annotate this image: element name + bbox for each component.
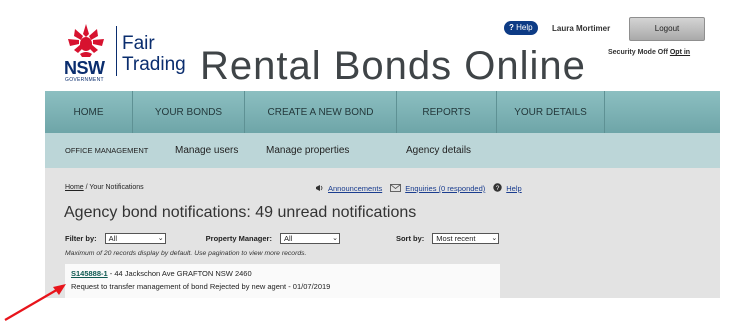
sort-by-value: Most recent bbox=[436, 233, 476, 243]
sub-nav-manage-users[interactable]: Manage users bbox=[175, 145, 266, 156]
logo-government-text: GOVERNMENT bbox=[65, 77, 104, 83]
filter-by-select[interactable]: All ⌄ bbox=[104, 232, 166, 244]
nav-your-details[interactable]: YOUR DETAILS bbox=[497, 91, 605, 133]
filter-by-label: Filter by: bbox=[65, 233, 97, 243]
announcements-link[interactable]: Announcements bbox=[328, 184, 382, 193]
main-nav: HOME YOUR BONDS CREATE A NEW BOND REPORT… bbox=[45, 91, 720, 133]
property-manager-value: All bbox=[283, 233, 293, 243]
annotation-arrow-icon bbox=[4, 284, 66, 321]
megaphone-icon bbox=[315, 184, 324, 194]
help-button[interactable]: ? Help bbox=[504, 21, 538, 35]
page-root: { "header": { "logo_nsw": "NSW", "logo_g… bbox=[0, 0, 732, 332]
sort-by-select[interactable]: Most recent ⌄ bbox=[432, 232, 500, 244]
logo-divider bbox=[116, 26, 117, 76]
opt-in-link[interactable]: Opt in bbox=[670, 49, 690, 56]
sort-by-label: Sort by: bbox=[395, 233, 425, 243]
sub-nav-manage-properties[interactable]: Manage properties bbox=[266, 145, 406, 156]
chevron-down-icon: ⌄ bbox=[157, 235, 164, 242]
logo-trading-text: Trading bbox=[122, 54, 186, 75]
notifications-panel: Home / Your Notifications Announcements … bbox=[45, 168, 720, 298]
logo-fair-text: Fair bbox=[122, 33, 155, 54]
nav-your-bonds[interactable]: YOUR BONDS bbox=[133, 91, 245, 133]
property-manager-label: Property Manager: bbox=[205, 233, 272, 243]
pagination-note: Maximum of 20 records display by default… bbox=[65, 250, 307, 257]
site-title: Rental Bonds Online bbox=[200, 44, 586, 88]
property-manager-select[interactable]: All ⌄ bbox=[279, 232, 340, 244]
logout-button[interactable]: Logout bbox=[629, 17, 705, 41]
chevron-down-icon: ⌄ bbox=[332, 235, 338, 242]
breadcrumb-home-link[interactable]: Home bbox=[65, 184, 84, 191]
notification-header: S145888-1 - 44 Jackschon Ave GRAFTON NSW… bbox=[71, 269, 494, 278]
security-mode-status: Security Mode Off Opt in bbox=[608, 49, 690, 56]
help-button-label: Help bbox=[516, 23, 533, 32]
sub-nav: OFFICE MANAGEMENT Manage users Manage pr… bbox=[45, 133, 720, 168]
nsw-fair-trading-logo: NSW GOVERNMENT Fair Trading bbox=[64, 22, 190, 84]
notification-message: Request to transfer management of bond R… bbox=[71, 282, 331, 291]
help-link[interactable]: Help bbox=[506, 184, 521, 193]
filter-by-value: All bbox=[108, 233, 118, 243]
sub-nav-agency-details[interactable]: Agency details bbox=[406, 145, 471, 156]
chevron-down-icon: ⌄ bbox=[491, 235, 498, 242]
svg-text:?: ? bbox=[496, 185, 500, 192]
office-management-label: OFFICE MANAGEMENT bbox=[65, 146, 149, 155]
breadcrumb-current: Your Notifications bbox=[89, 184, 144, 191]
filter-row: Filter by: All ⌄ Property Manager: All ⌄… bbox=[65, 232, 500, 244]
question-icon: ? bbox=[509, 23, 514, 32]
nav-reports[interactable]: REPORTS bbox=[397, 91, 497, 133]
breadcrumb: Home / Your Notifications bbox=[65, 184, 144, 191]
notification-address: - 44 Jackschon Ave GRAFTON NSW 2460 bbox=[107, 269, 252, 278]
nav-create-new-bond[interactable]: CREATE A NEW BOND bbox=[245, 91, 397, 133]
user-name: Laura Mortimer bbox=[552, 24, 611, 33]
nav-home[interactable]: HOME bbox=[45, 91, 133, 133]
logo-nsw-text: NSW bbox=[64, 58, 105, 78]
notification-item: S145888-1 - 44 Jackschon Ave GRAFTON NSW… bbox=[65, 264, 500, 298]
enquiries-link[interactable]: Enquiries (0 responded) bbox=[405, 184, 485, 193]
page-links: Announcements Enquiries (0 responded) ? … bbox=[315, 183, 522, 194]
page-title: Agency bond notifications: 49 unread not… bbox=[64, 204, 417, 221]
waratah-logo-icon bbox=[68, 24, 104, 57]
help-circle-icon: ? bbox=[493, 183, 502, 194]
security-mode-text: Security Mode Off bbox=[608, 49, 668, 56]
envelope-icon bbox=[390, 183, 402, 194]
